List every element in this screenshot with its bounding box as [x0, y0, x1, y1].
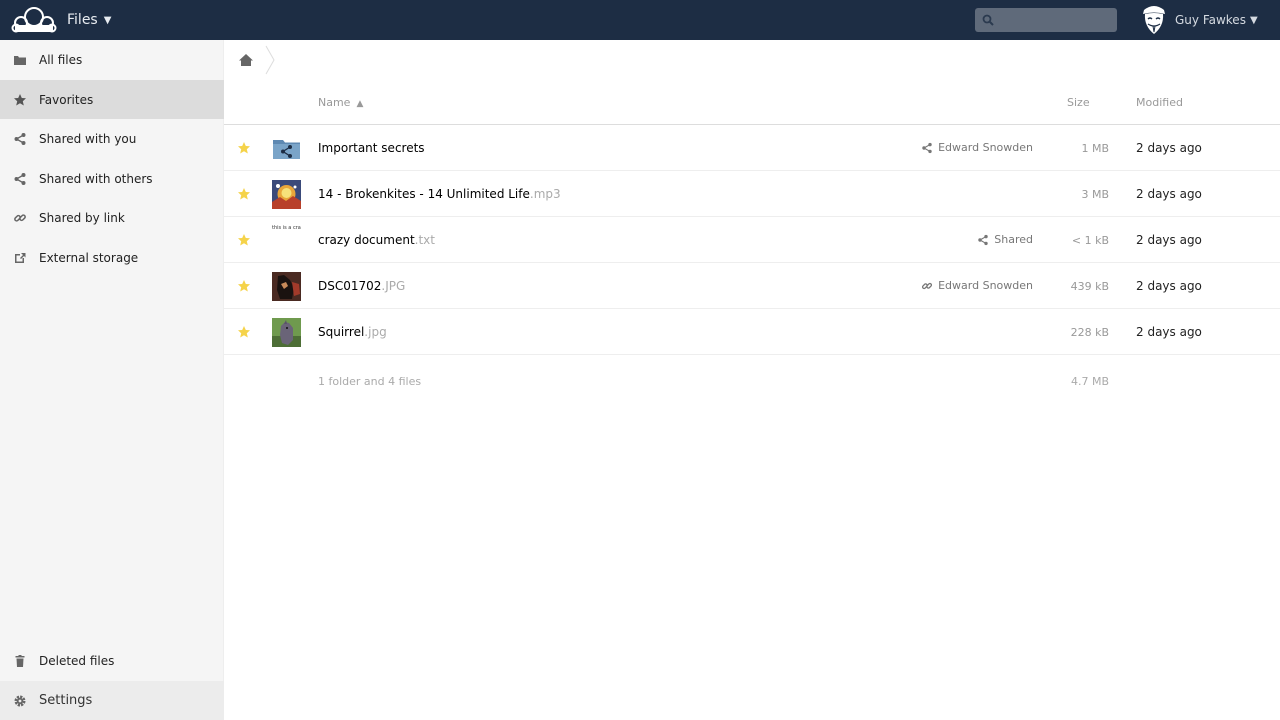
summary-size: 4.7 MB [1070, 375, 1109, 388]
sidebar-item-external-storage[interactable]: External storage [0, 238, 224, 277]
photo-thumbnail[interactable] [272, 272, 301, 301]
sidebar: All files Favorites Shared with you Shar… [0, 40, 224, 720]
share-icon [978, 234, 988, 245]
trash-icon [15, 654, 25, 667]
file-size: 1 MB [1081, 142, 1109, 155]
column-header-modified[interactable]: Modified [1136, 96, 1183, 109]
file-extension: .JPG [381, 279, 406, 293]
text-preview-thumbnail[interactable]: this is a cra [272, 225, 301, 254]
breadcrumb [224, 40, 1280, 80]
search-box[interactable] [975, 8, 1117, 32]
file-basename: 14 - Brokenkites - 14 Unlimited Life [318, 187, 530, 201]
file-modified: 2 days ago [1136, 233, 1202, 247]
file-name[interactable]: Important secrets [318, 141, 425, 155]
sidebar-item-shared-by-link[interactable]: Shared by link [0, 198, 224, 237]
sidebar-item-label: All files [39, 52, 83, 67]
file-name[interactable]: 14 - Brokenkites - 14 Unlimited Life.mp3 [318, 187, 561, 201]
sidebar-item-favorites[interactable]: Favorites [0, 80, 224, 119]
share-owner: Edward Snowden [938, 279, 1033, 292]
file-basename: Squirrel [318, 325, 365, 339]
sidebar-item-shared-with-others[interactable]: Shared with others [0, 159, 224, 198]
sidebar-item-label: Shared with others [39, 171, 153, 186]
sidebar-item-all-files[interactable]: All files [0, 40, 224, 79]
share-status[interactable]: Edward Snowden [921, 141, 1033, 154]
share-icon [14, 132, 26, 145]
home-icon[interactable] [238, 52, 254, 68]
album-art-thumbnail[interactable] [272, 180, 301, 209]
share-icon [14, 172, 26, 185]
sidebar-item-label: Deleted files [39, 653, 115, 668]
table-row[interactable]: Squirrel.jpg 228 kB 2 days ago [224, 309, 1280, 355]
file-modified: 2 days ago [1136, 325, 1202, 339]
favorite-star-icon[interactable] [237, 141, 251, 155]
file-extension: .txt [414, 233, 435, 247]
sidebar-item-deleted-files[interactable]: Deleted files [0, 641, 224, 680]
file-size: < 1 kB [1071, 234, 1109, 247]
breadcrumb-separator-icon [265, 45, 275, 75]
table-row[interactable]: DSC01702.JPG Edward Snowden 439 kB 2 day… [224, 263, 1280, 309]
column-label: Name [318, 96, 351, 109]
favorite-star-icon[interactable] [237, 279, 251, 293]
file-extension: .mp3 [529, 187, 561, 201]
file-list: Name ▲ Size Modified Important secrets Ed… [224, 80, 1280, 407]
settings-label: Settings [39, 693, 93, 708]
share-status[interactable]: Edward Snowden [921, 279, 1033, 292]
favorite-star-icon[interactable] [237, 325, 251, 339]
link-icon [922, 282, 933, 289]
favorite-star-icon[interactable] [237, 233, 251, 247]
file-list-header: Name ▲ Size Modified [224, 80, 1280, 125]
sidebar-item-shared-with-you[interactable]: Shared with you [0, 119, 224, 158]
file-basename: Important secrets [318, 141, 425, 155]
sidebar-item-label: Shared with you [39, 131, 137, 146]
table-row[interactable]: Important secrets Edward Snowden 1 MB 2 … [224, 125, 1280, 171]
sidebar-item-label: External storage [39, 250, 139, 265]
share-owner: Shared [994, 233, 1033, 246]
favorite-star-icon[interactable] [237, 187, 251, 201]
table-row[interactable]: 14 - Brokenkites - 14 Unlimited Life.mp3… [224, 171, 1280, 217]
app-menu-button[interactable]: Files ▼ [67, 0, 111, 40]
app-name: Files [67, 12, 98, 28]
summary-text: 1 folder and 4 files [318, 375, 422, 388]
text-preview: this is a cra [272, 225, 301, 231]
sort-ascending-icon: ▲ [356, 99, 364, 109]
table-row[interactable]: this is a cra crazy document.txt Shared … [224, 217, 1280, 263]
file-extension: .jpg [364, 325, 387, 339]
file-name[interactable]: DSC01702.JPG [318, 279, 405, 293]
file-modified: 2 days ago [1136, 141, 1202, 155]
photo-thumbnail[interactable] [272, 318, 301, 347]
share-status[interactable]: Shared [977, 233, 1033, 246]
top-bar: Files ▼ Guy Fawkes ▼ [0, 0, 1280, 40]
avatar [1143, 6, 1165, 34]
file-modified: 2 days ago [1136, 279, 1202, 293]
column-header-size[interactable]: Size [1067, 96, 1090, 109]
settings-button[interactable]: Settings [0, 681, 224, 720]
file-basename: crazy document [318, 233, 415, 247]
share-owner: Edward Snowden [938, 141, 1033, 154]
file-list-summary: 1 folder and 4 files 4.7 MB [224, 355, 1280, 407]
file-name[interactable]: crazy document.txt [318, 233, 435, 247]
file-name[interactable]: Squirrel.jpg [318, 325, 387, 339]
search-input[interactable] [997, 8, 1113, 32]
user-name: Guy Fawkes [1175, 13, 1246, 27]
owncloud-logo-icon[interactable] [10, 5, 58, 33]
file-modified: 2 days ago [1136, 187, 1202, 201]
file-size: 3 MB [1081, 188, 1109, 201]
folder-icon [14, 55, 26, 65]
share-icon [922, 142, 932, 153]
gear-icon [14, 695, 26, 706]
star-icon [14, 93, 26, 105]
file-size: 228 kB [1070, 326, 1109, 339]
user-menu-button[interactable]: Guy Fawkes ▼ [1141, 0, 1258, 40]
sidebar-item-label: Shared by link [39, 210, 125, 225]
file-size: 439 kB [1070, 280, 1109, 293]
file-basename: DSC01702 [318, 279, 382, 293]
external-icon [15, 252, 26, 263]
caret-down-icon: ▼ [103, 14, 112, 26]
search-icon [982, 14, 994, 26]
column-header-name[interactable]: Name ▲ [318, 96, 363, 109]
sidebar-item-label: Favorites [39, 92, 94, 107]
shared-folder-icon[interactable] [272, 134, 301, 163]
link-icon [14, 213, 26, 222]
caret-down-icon: ▼ [1249, 14, 1258, 26]
